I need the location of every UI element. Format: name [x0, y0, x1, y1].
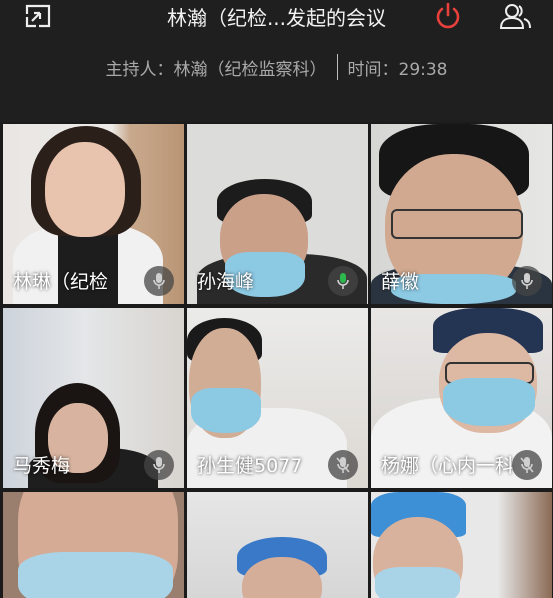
meeting-info-bar: 主持人：林瀚（纪检监察科） 时间：29:38: [0, 50, 553, 84]
video-tile[interactable]: [371, 492, 552, 598]
video-tile[interactable]: [187, 492, 368, 598]
participants-icon[interactable]: [497, 0, 533, 32]
video-tile[interactable]: 薛徽: [371, 124, 552, 304]
video-tile[interactable]: 林琳（纪检: [3, 124, 184, 304]
top-bar: 林瀚（纪检...发起的会议: [0, 0, 553, 32]
video-feed: [187, 492, 368, 598]
video-tile[interactable]: 孙生健5077: [187, 308, 368, 488]
video-tile[interactable]: 杨娜（心内一科: [371, 308, 552, 488]
glasses: [391, 209, 523, 239]
participant-name: 马秀梅: [13, 455, 71, 477]
microphone-icon[interactable]: [144, 266, 174, 296]
participant-name: 杨娜（心内一科: [381, 455, 515, 477]
minimize-window-icon[interactable]: [20, 0, 56, 32]
divider: [336, 54, 338, 80]
participant-name: 孙生健5077: [197, 455, 303, 477]
video-tile[interactable]: 孙海峰: [187, 124, 368, 304]
video-grid: 林琳（纪检 孙海峰 薛徽 马秀梅 孙生健5077 杨娜（心内一科: [0, 122, 553, 598]
microphone-muted-icon[interactable]: [512, 450, 542, 480]
participant-name: 孙海峰: [197, 271, 255, 293]
participant-name: 林琳（纪检: [13, 271, 109, 293]
microphone-icon[interactable]: [144, 450, 174, 480]
participant-name: 薛徽: [381, 271, 420, 293]
meeting-timer: 时间：29:38: [347, 59, 448, 80]
microphone-muted-icon[interactable]: [328, 450, 358, 480]
video-tile[interactable]: [3, 492, 184, 598]
microphone-icon[interactable]: [328, 266, 358, 296]
microphone-icon[interactable]: [512, 266, 542, 296]
video-tile[interactable]: 马秀梅: [3, 308, 184, 488]
host-label: 主持人：林瀚（纪检监察科）: [105, 59, 327, 80]
video-feed: [371, 492, 552, 598]
meeting-title: 林瀚（纪检...发起的会议: [166, 5, 387, 30]
video-feed: [3, 492, 184, 598]
power-icon[interactable]: [430, 0, 466, 32]
